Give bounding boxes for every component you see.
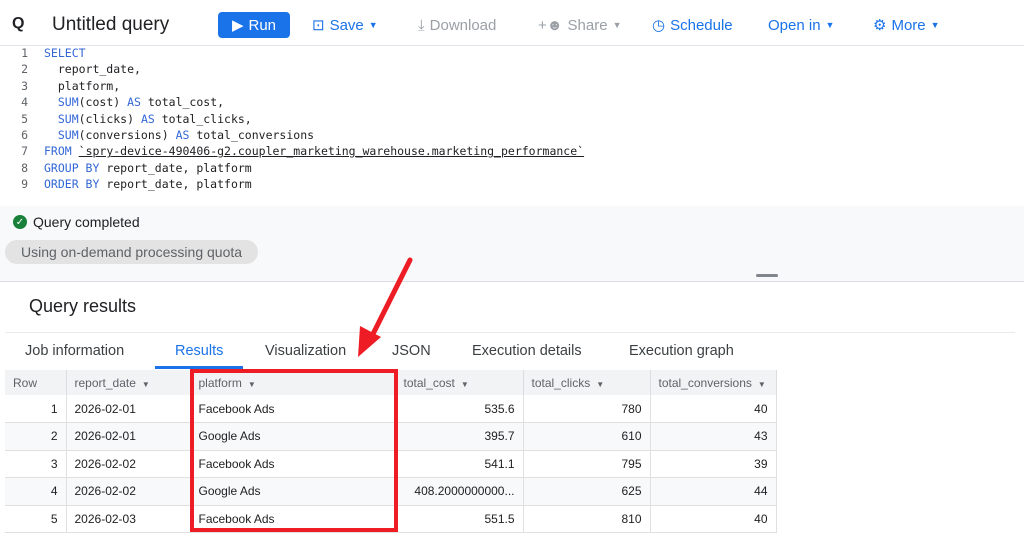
- arrow-head: [358, 326, 381, 357]
- arrow-shaft: [369, 257, 413, 339]
- annotation-arrow: [358, 257, 413, 357]
